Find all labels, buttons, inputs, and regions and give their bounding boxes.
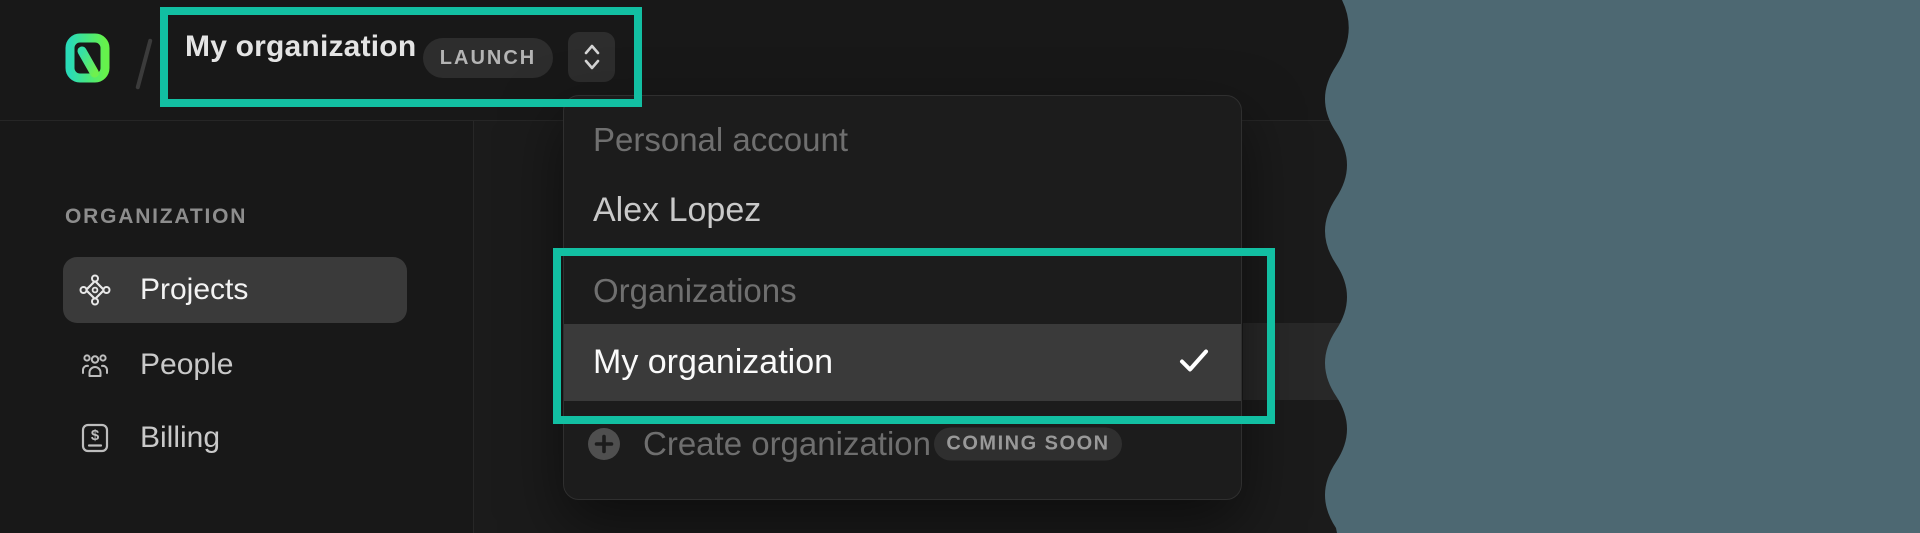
- dropdown-item-my-organization[interactable]: My organization: [564, 324, 1241, 401]
- launch-badge: LAUNCH: [423, 38, 553, 78]
- app-window: My organization LAUNCH ORGANIZATION Proj…: [0, 0, 1920, 533]
- sidebar-item-label: Projects: [140, 273, 248, 307]
- sidebar-item-billing[interactable]: $ Billing: [63, 405, 407, 471]
- org-switcher-label[interactable]: My organization: [185, 28, 416, 66]
- launch-badge-label: LAUNCH: [440, 47, 536, 70]
- menu-item-label: Create organization: [643, 425, 931, 463]
- sidebar-item-label: Billing: [140, 421, 220, 455]
- org-switcher-toggle-button[interactable]: [568, 32, 615, 82]
- section-title: Personal account: [564, 121, 848, 159]
- org-switcher-dropdown: Personal account Alex Lopez Organization…: [563, 95, 1242, 500]
- projects-icon: [78, 273, 112, 307]
- svg-text:$: $: [91, 427, 100, 444]
- dropdown-section-organizations: Organizations: [564, 260, 1241, 322]
- people-icon: [78, 348, 112, 382]
- sidebar-item-label: People: [140, 348, 233, 382]
- checkmark-icon: [1179, 343, 1209, 382]
- breadcrumb-slash: [135, 38, 152, 89]
- chevron-up-down-icon: [579, 41, 605, 73]
- dropdown-item-create-organization[interactable]: Create organization COMING SOON: [564, 410, 1241, 478]
- sidebar-section-label: ORGANIZATION: [65, 205, 247, 229]
- plus-circle-icon: [588, 428, 620, 460]
- section-title: Organizations: [564, 272, 797, 310]
- coming-soon-badge: COMING SOON: [934, 428, 1122, 461]
- menu-item-label: Alex Lopez: [564, 191, 761, 230]
- sidebar-divider: [473, 121, 474, 533]
- billing-icon: $: [78, 421, 112, 455]
- wavy-edge-decoration: [1290, 0, 1920, 533]
- neon-logo[interactable]: [62, 29, 112, 90]
- neon-logo-icon: [62, 29, 112, 85]
- sidebar-item-people[interactable]: People: [63, 332, 407, 398]
- sidebar-item-projects[interactable]: Projects: [63, 257, 407, 323]
- menu-item-label: My organization: [564, 343, 833, 382]
- dropdown-item-alex-lopez[interactable]: Alex Lopez: [564, 176, 1241, 244]
- dropdown-section-personal-account: Personal account: [564, 112, 1241, 168]
- coming-soon-badge-label: COMING SOON: [946, 433, 1109, 456]
